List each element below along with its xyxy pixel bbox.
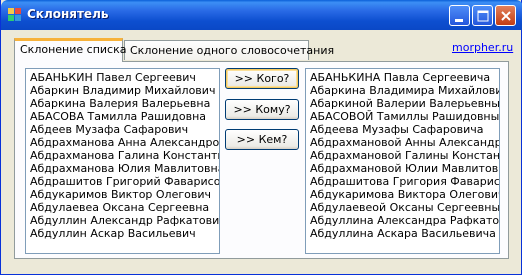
window-title: Склонятель	[27, 7, 109, 21]
app-icon	[8, 8, 22, 22]
tab-panel: АБАНЬКИН Павел Сергеевич Абаркин Владими…	[14, 61, 509, 259]
tab-single-phrase[interactable]: Склонение одного словосочетания	[124, 40, 334, 60]
list-item[interactable]: Абдрашитова Григория Фаварисови	[310, 175, 499, 188]
list-item[interactable]: Абаркина Владимира Михайловича	[310, 84, 499, 97]
list-item[interactable]: Абдрахманова Юлия Мавлитовна	[30, 162, 219, 175]
list-item[interactable]: Абаркина Валерия Валерьевна	[30, 97, 219, 110]
tab-label: Склонение списка	[20, 43, 127, 56]
minimize-button[interactable]	[449, 5, 470, 26]
list-item[interactable]: Абдулаевеой Оксаны Сергеевны	[310, 201, 499, 214]
list-item[interactable]: Абаркиной Валерии Валерьевны	[310, 97, 499, 110]
input-listbox[interactable]: АБАНЬКИН Павел Сергеевич Абаркин Владими…	[25, 68, 220, 254]
list-item[interactable]: Абдрахмановой Анны Александров	[310, 136, 499, 149]
morpher-link[interactable]: morpher.ru	[452, 41, 513, 54]
list-item[interactable]: Абдрахманова Анна Александровна	[30, 136, 219, 149]
list-item[interactable]: Абдуллина Аскара Васильевича	[310, 227, 499, 240]
list-item[interactable]: АБАСОВА Тамилла Рашидовна	[30, 110, 219, 123]
minimize-icon	[455, 19, 463, 22]
dative-button[interactable]: >> Кому?	[225, 99, 299, 120]
list-item[interactable]: Абаркин Владимир Михайлович	[30, 84, 219, 97]
list-item[interactable]: Абдеев Музафа Сафарович	[30, 123, 219, 136]
app-window: Склонятель Склонение списка Склонение од…	[0, 0, 522, 275]
list-item[interactable]: Абдуллин Александр Рафкатович	[30, 214, 219, 227]
list-item[interactable]: Абдукаримова Виктора Олеговича	[310, 188, 499, 201]
list-item[interactable]: Абдрашитов Григорий Фаварисович	[30, 175, 219, 188]
list-item[interactable]: АБАНЬКИНА Павла Сергеевича	[310, 71, 499, 84]
list-item[interactable]: Абдулаевеа Оксана Сергеевна	[30, 201, 219, 214]
list-item[interactable]: Абдукаримов Виктор Олегович	[30, 188, 219, 201]
genitive-button[interactable]: >> Кого?	[225, 68, 299, 89]
maximize-button[interactable]	[472, 5, 493, 26]
list-item[interactable]: Абдеева Музафы Сафаровича	[310, 123, 499, 136]
close-icon	[501, 11, 511, 21]
list-item[interactable]: АБАСОВОЙ Тамиллы Рашидовны	[310, 110, 499, 123]
list-item[interactable]: Абдрахмановой Юлии Мавлитовны	[310, 162, 499, 175]
output-listbox[interactable]: АБАНЬКИНА Павла Сергеевича Абаркина Влад…	[305, 68, 500, 254]
list-item[interactable]: АБАНЬКИН Павел Сергеевич	[30, 71, 219, 84]
tab-list-declension[interactable]: Склонение списка	[14, 38, 127, 62]
list-item[interactable]: Абдуллин Аскар Васильевич	[30, 227, 219, 240]
list-item[interactable]: Абдрахмановой Галины Константино	[310, 149, 499, 162]
title-bar[interactable]: Склонятель	[1, 0, 522, 30]
maximize-icon	[477, 10, 489, 22]
list-item[interactable]: Абдрахманова Галина Константинов	[30, 149, 219, 162]
tab-label: Склонение одного словосочетания	[130, 44, 335, 57]
instrumental-button[interactable]: >> Кем?	[225, 129, 299, 150]
list-item[interactable]: Абдуллина Александра Рафкатовича	[310, 214, 499, 227]
close-button[interactable]	[495, 5, 516, 26]
